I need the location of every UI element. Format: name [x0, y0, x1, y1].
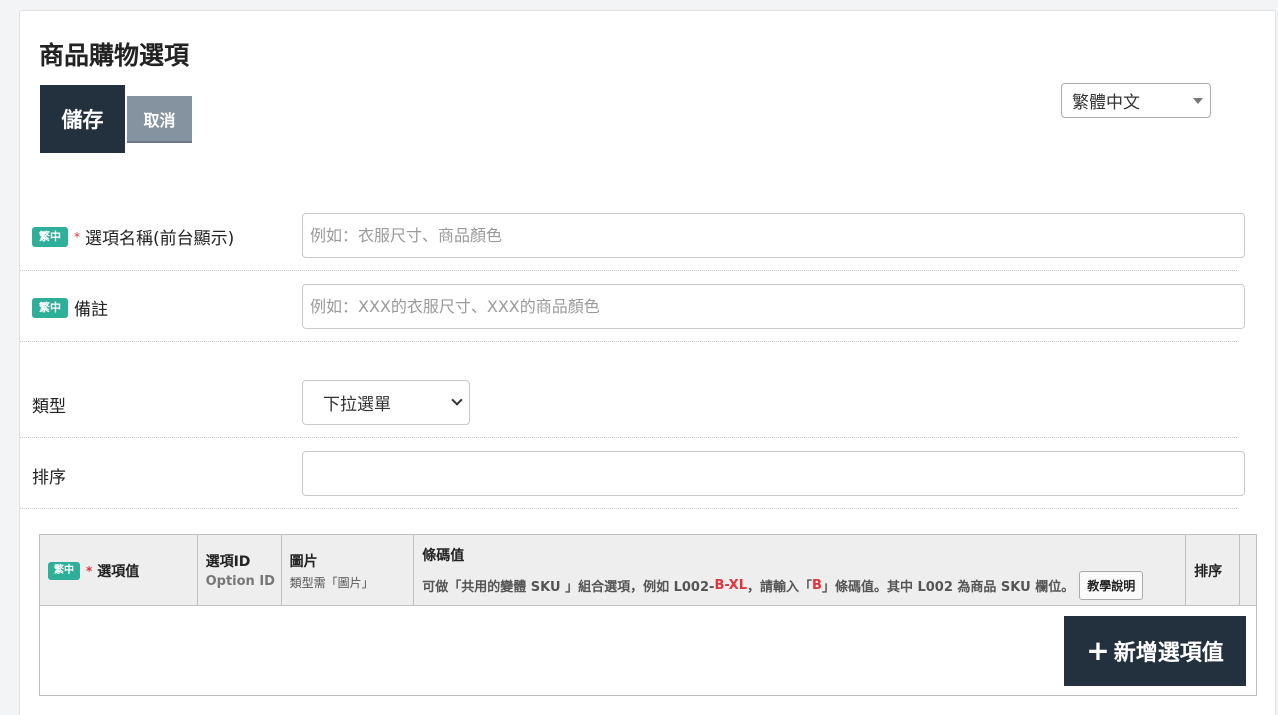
- table-header: 繁中 * 選項值 選項ID Option ID 圖片 類型需「圖片」 條碼值 可…: [40, 535, 1256, 606]
- chevron-down-icon: [451, 394, 463, 406]
- header-option-id-label: 選項ID: [205, 554, 251, 570]
- header-image-label: 圖片: [289, 554, 318, 570]
- option-name-label-group: 繁中 * 選項名稱(前台顯示): [32, 224, 234, 249]
- language-select-value: 繁體中文: [1072, 93, 1140, 113]
- header-option-id: 選項ID Option ID: [198, 535, 282, 606]
- sort-row: 排序: [20, 438, 1245, 509]
- required-mark: *: [86, 563, 93, 578]
- barcode-desc-part: ，請輸入「: [747, 580, 813, 595]
- barcode-desc-part: 」條碼值。其中 L002 為商品 SKU 欄位。: [821, 580, 1075, 595]
- remark-row: 繁中 備註: [20, 271, 1245, 342]
- add-option-value-label: 新增選項值: [1113, 641, 1224, 666]
- add-option-value-button[interactable]: + 新增選項值: [1064, 616, 1246, 686]
- sort-input[interactable]: [302, 451, 1245, 496]
- type-select-value: 下拉選單: [323, 395, 391, 415]
- barcode-desc-highlight: B-XL: [714, 578, 747, 593]
- caret-down-icon: [1193, 98, 1203, 104]
- header-spacer: [1240, 535, 1256, 606]
- header-option-value: 繁中 * 選項值: [40, 535, 198, 606]
- option-name-label: 選項名稱(前台顯示): [85, 229, 235, 249]
- barcode-desc-part: 可做「共用的變體 SKU 」組合選項，例如 L002-: [422, 580, 715, 595]
- cancel-button[interactable]: 取消: [127, 96, 192, 143]
- header-image: 圖片 類型需「圖片」: [282, 535, 415, 606]
- header-sort: 排序: [1186, 535, 1240, 606]
- remark-label-group: 繁中 備註: [32, 295, 108, 320]
- lang-badge: 繁中: [32, 297, 68, 318]
- option-values-table: 繁中 * 選項值 選項ID Option ID 圖片 類型需「圖片」 條碼值 可…: [39, 534, 1257, 696]
- type-select[interactable]: 下拉選單: [302, 380, 470, 425]
- tutorial-button[interactable]: 教學說明: [1079, 571, 1144, 600]
- language-select[interactable]: 繁體中文: [1061, 83, 1211, 118]
- save-button[interactable]: 儲存: [40, 85, 125, 153]
- type-label: 類型: [32, 397, 66, 417]
- header-barcode-label: 條碼值: [422, 548, 465, 564]
- option-name-row: 繁中 * 選項名稱(前台顯示): [20, 202, 1245, 271]
- plus-icon: +: [1086, 634, 1110, 667]
- option-name-input[interactable]: [302, 213, 1245, 258]
- barcode-desc-highlight: B: [812, 578, 822, 593]
- lang-badge: 繁中: [48, 561, 80, 580]
- lang-badge: 繁中: [32, 226, 68, 247]
- header-image-sub: 類型需「圖片」: [289, 576, 374, 590]
- sort-label: 排序: [32, 468, 66, 488]
- header-option-id-sub: Option ID: [205, 574, 275, 589]
- page-title: 商品購物選項: [39, 41, 190, 70]
- remark-input[interactable]: [302, 284, 1245, 329]
- header-barcode: 條碼值 可做「共用的變體 SKU 」組合選項，例如 L002- B-XL ，請輸入「…: [414, 535, 1187, 606]
- type-row: 類型 下拉選單: [20, 342, 1237, 438]
- remark-label: 備註: [74, 300, 108, 320]
- barcode-description: 可做「共用的變體 SKU 」組合選項，例如 L002- B-XL ，請輸入「 B 」…: [422, 571, 1177, 600]
- required-mark: *: [74, 229, 80, 244]
- header-option-value-label: 選項值: [97, 563, 140, 580]
